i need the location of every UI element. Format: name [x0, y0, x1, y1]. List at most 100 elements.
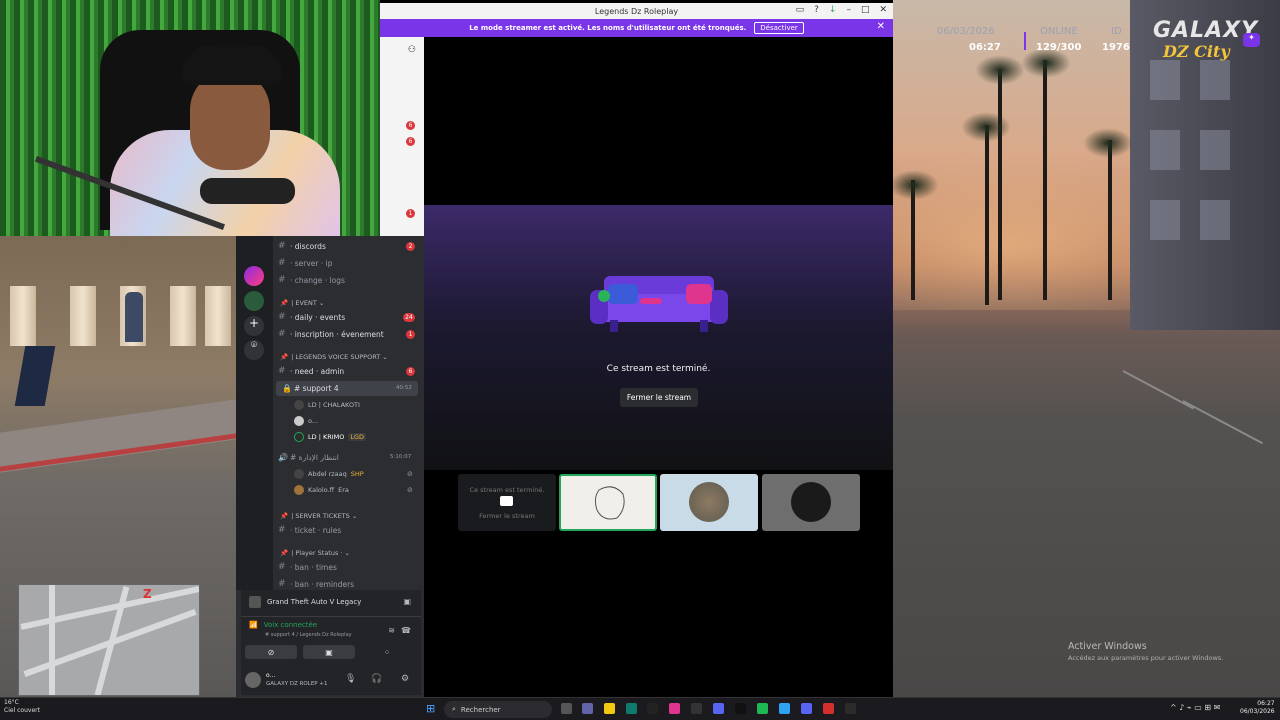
stream-thumbnail-ended[interactable]: Ce stream est terminé. Fermer le stream	[458, 474, 556, 531]
disable-streamer-button[interactable]: Désactiver	[754, 22, 804, 34]
teams-icon[interactable]	[582, 703, 593, 714]
hud-online-label: ONLINE	[1040, 26, 1078, 37]
minimize-icon[interactable]: –	[846, 5, 851, 15]
voice-user[interactable]: LD | CHALAKOTI	[294, 398, 360, 412]
members-icon[interactable]: ⚇	[408, 45, 416, 55]
app-icon[interactable]	[757, 703, 768, 714]
category-event[interactable]: 📌 | EVENT ⌄	[280, 299, 324, 307]
user-avatar[interactable]	[245, 672, 261, 688]
participant-thumbnail-2[interactable]	[660, 474, 758, 531]
stream-ended-text: Ce stream est terminé.	[606, 364, 711, 374]
hud-date: 06/03/2026	[937, 26, 995, 37]
lock-icon: 🔒	[282, 383, 292, 393]
voice-user[interactable]: Abdel rzaaq SHP	[294, 467, 364, 481]
disconnect-icon[interactable]: ☎	[401, 626, 411, 635]
tiktok-icon[interactable]	[735, 703, 746, 714]
channel-ticket-rules[interactable]: # · ticket · rules	[278, 522, 341, 538]
activities-button[interactable]: ⁘	[361, 645, 413, 659]
screen-icon[interactable]: ▭	[796, 5, 805, 15]
user-name: o...	[266, 672, 276, 679]
edge-icon[interactable]	[779, 703, 790, 714]
voice-timer: 5:10:07	[390, 454, 412, 460]
pedestrian	[125, 292, 143, 342]
app-icon[interactable]	[669, 703, 680, 714]
unread-badge: 1	[406, 330, 415, 339]
hud-id-value: 1976	[1102, 42, 1130, 53]
discord-icon[interactable]	[713, 703, 724, 714]
channel-inscription[interactable]: # · inscription · évenement	[278, 326, 384, 342]
explore-icon[interactable]: ⌾	[244, 340, 264, 360]
user-status: GALAXY DZ ROLEP +1	[266, 681, 328, 687]
waypoint-icon: Z	[143, 587, 152, 601]
muted-icon: ⊘	[407, 470, 413, 478]
avatar	[294, 400, 304, 410]
participant-thumbnail-3[interactable]	[762, 474, 860, 531]
sign-board	[14, 346, 56, 406]
user-tag: LGD	[348, 433, 367, 441]
category-player-status[interactable]: 📌 | Player Status · ⌄	[280, 549, 350, 557]
voice-user[interactable]: LD | KRIMO LGD	[294, 430, 367, 444]
channel-ban-times[interactable]: # · ban · times	[278, 559, 337, 575]
voice-user[interactable]: Kalolo.ff Era	[294, 483, 349, 497]
category-server-tickets[interactable]: 📌 | SERVER TICKETS ⌄	[280, 512, 357, 520]
microphone-icon[interactable]: 🎙	[345, 674, 356, 684]
share-screen-button[interactable]: ▣	[303, 645, 355, 659]
sidebar-top: ⚇ 6 6 1	[380, 37, 424, 237]
server-icon: ✦	[1243, 33, 1260, 47]
couch-illustration	[590, 276, 728, 332]
discord-icon[interactable]	[801, 703, 812, 714]
voice-connected-row[interactable]: 📶 Voix connectée	[249, 621, 317, 629]
github-icon[interactable]	[691, 703, 702, 714]
app-icon[interactable]	[845, 703, 856, 714]
headphones-icon[interactable]: 🎧	[371, 674, 382, 684]
clock[interactable]: 06:27 06/03/2026	[1240, 700, 1275, 716]
noise-icon[interactable]: ≋	[388, 626, 395, 635]
hud-divider	[1024, 32, 1026, 50]
camera-button[interactable]: ⊘	[245, 645, 297, 659]
download-icon[interactable]: ↓	[829, 5, 837, 15]
server-icon-2[interactable]	[244, 291, 264, 311]
banner-close-icon[interactable]: ✕	[877, 21, 885, 32]
title-bar: Legends Dz Roleplay ▭ ? ↓ – □ ✕	[380, 3, 893, 19]
taskview-icon[interactable]	[561, 703, 572, 714]
voice-location: # support 4 / Legends Dz Roleplay	[265, 632, 352, 638]
settings-icon[interactable]: ⚙	[401, 674, 409, 684]
stream-activity-icon[interactable]: ▣	[403, 597, 411, 606]
server-icon-1[interactable]	[244, 266, 264, 286]
activity-row[interactable]: Grand Theft Auto V Legacy	[249, 596, 361, 608]
maximize-icon[interactable]: □	[861, 5, 870, 15]
taskbar-search[interactable]: ⌕ Rechercher	[444, 701, 552, 718]
app-icon[interactable]	[626, 703, 637, 714]
close-stream-button[interactable]: Fermer le stream	[620, 388, 698, 407]
speaker-icon: 🔊	[278, 452, 288, 462]
add-server-icon[interactable]: +	[244, 316, 264, 336]
app-icon[interactable]	[823, 703, 834, 714]
avatar	[294, 485, 304, 495]
channel-server-ip[interactable]: # · server · ip	[278, 255, 333, 271]
help-icon[interactable]: ?	[814, 5, 819, 15]
epic-icon[interactable]	[647, 703, 658, 714]
user-tag: SHP	[350, 470, 364, 478]
user-tag: Era	[338, 486, 349, 494]
close-icon[interactable]: ✕	[879, 5, 887, 15]
muted-icon: ⊘	[407, 486, 413, 494]
weather-widget[interactable]: 16°C Ciel couvert	[4, 699, 40, 715]
participant-thumbnail-1[interactable]	[559, 474, 657, 531]
voice-channel-support-4[interactable]: 🔒 # support 4	[282, 380, 339, 396]
voice-user[interactable]: o...	[294, 414, 318, 428]
category-voice-support[interactable]: 📌 | LEGENDS VOICE SUPPORT ⌄	[280, 353, 388, 361]
server-logo-sub: DZ City	[1163, 42, 1230, 61]
signal-icon: 📶	[249, 621, 258, 629]
server-list: + ⌾	[236, 236, 273, 590]
channel-daily-events[interactable]: # · daily · events	[278, 309, 345, 325]
tray-icons[interactable]: ^ ♪ ⌁ ▭ ⊞ ✉	[1170, 703, 1220, 712]
explorer-icon[interactable]	[604, 703, 615, 714]
channel-need-admin[interactable]: # · need · admin	[278, 363, 344, 379]
screen: 06/03/2026 06:27 ONLINE 129/300 ID 1976 …	[0, 0, 1280, 720]
voice-channel-waiting[interactable]: 🔊 # انتظار الإدارة	[278, 449, 339, 465]
hud-time: 06:27	[969, 42, 1001, 53]
webcam-overlay	[0, 0, 380, 236]
channel-discords[interactable]: # · discords	[278, 238, 326, 254]
channel-change-logs[interactable]: # · change · logs	[278, 272, 345, 288]
start-icon[interactable]: ⊞	[426, 702, 438, 715]
